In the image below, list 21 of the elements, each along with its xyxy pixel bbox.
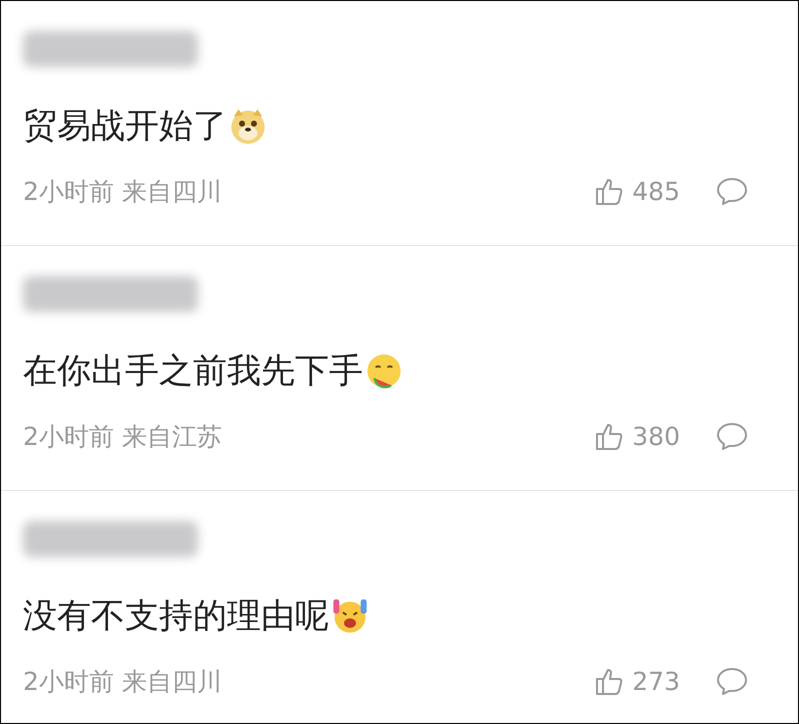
emoji-icon (229, 107, 267, 145)
comment-time: 2小时前 (23, 666, 114, 698)
comment-location: 来自江苏 (122, 420, 222, 452)
comment-icon[interactable] (716, 421, 748, 451)
thumbs-up-icon[interactable] (594, 421, 624, 451)
comment-location: 来自四川 (122, 176, 222, 208)
comment-text: 没有不支持的理由呢 (23, 595, 329, 638)
comment-text: 在你出手之前我先下手 (23, 350, 363, 393)
emoji-icon (331, 597, 369, 635)
thumbs-up-icon[interactable] (594, 666, 624, 696)
comment-location: 来自四川 (122, 666, 222, 698)
emoji-icon (365, 352, 403, 390)
like-count: 485 (632, 176, 680, 206)
comment-time: 2小时前 (23, 176, 114, 208)
comment-icon[interactable] (716, 666, 748, 696)
comment-time: 2小时前 (23, 420, 114, 452)
comment-text: 贸易战开始了 (23, 105, 227, 148)
like-count: 380 (632, 422, 680, 450)
comment-icon[interactable] (716, 176, 748, 206)
thumbs-up-icon[interactable] (594, 176, 624, 206)
like-count: 273 (632, 666, 680, 696)
